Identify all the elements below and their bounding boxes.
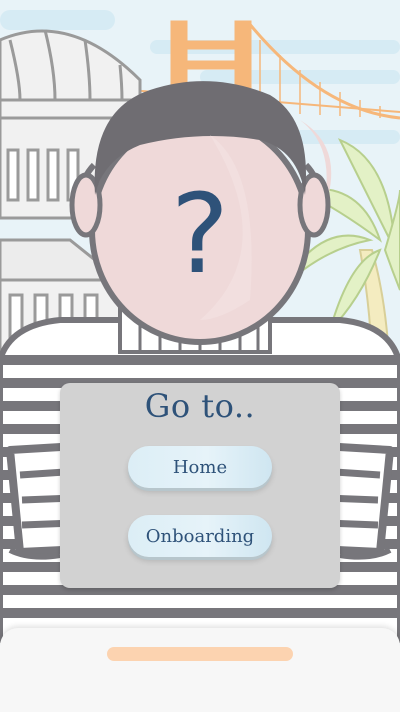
onboarding-button[interactable]: Onboarding — [128, 515, 272, 557]
background-illustration: ? — [0, 10, 400, 643]
home-button[interactable]: Home — [128, 446, 272, 488]
question-mark-icon: ? — [171, 170, 229, 298]
page-title: Go to.. — [144, 387, 256, 425]
goto-sign: Go to.. Home Onboarding — [60, 383, 340, 588]
bottom-sheet[interactable] — [0, 628, 400, 712]
drag-handle[interactable] — [107, 647, 293, 661]
